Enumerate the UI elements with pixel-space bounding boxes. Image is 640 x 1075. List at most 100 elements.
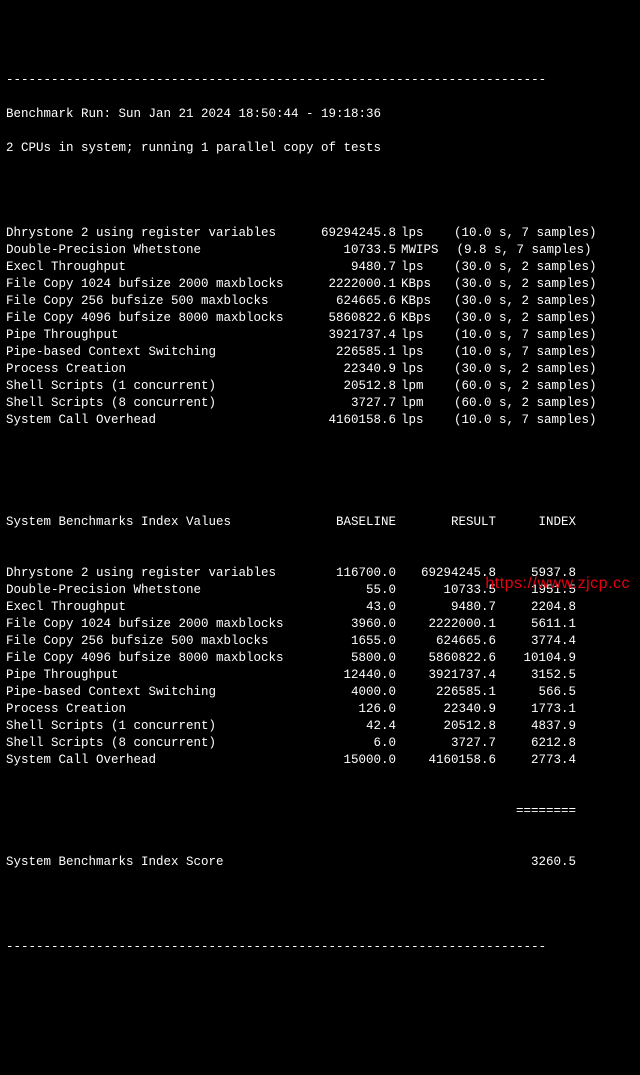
index-result: 22340.9	[396, 701, 496, 718]
index-result: 69294245.8	[396, 565, 496, 582]
index-row: Shell Scripts (1 concurrent)42.420512.84…	[6, 718, 634, 735]
index-baseline: 3960.0	[306, 616, 396, 633]
test-row: Shell Scripts (1 concurrent)20512.8lpm(6…	[6, 378, 634, 395]
index-result: 3727.7	[396, 735, 496, 752]
test-value: 3921737.4	[306, 327, 396, 344]
test-name: Shell Scripts (1 concurrent)	[6, 378, 306, 395]
score-value: 3260.5	[496, 854, 576, 871]
test-row: Pipe-based Context Switching226585.1lps(…	[6, 344, 634, 361]
test-value: 624665.6	[306, 293, 396, 310]
test-unit: MWIPS	[396, 242, 439, 259]
index-name: Shell Scripts (8 concurrent)	[6, 735, 306, 752]
equals-divider: ========	[496, 803, 576, 820]
blank-line	[6, 905, 634, 922]
test-timing: (10.0 s, 7 samples)	[436, 327, 634, 344]
index-header-title: System Benchmarks Index Values	[6, 514, 306, 531]
test-unit: lpm	[396, 378, 436, 395]
index-score-row: System Benchmarks Index Score 3260.5	[6, 854, 634, 871]
index-value: 1773.1	[496, 701, 576, 718]
index-result: 10733.5	[396, 582, 496, 599]
test-value: 3727.7	[306, 395, 396, 412]
index-name: Pipe Throughput	[6, 667, 306, 684]
test-value: 9480.7	[306, 259, 396, 276]
index-header-result: RESULT	[396, 514, 496, 531]
index-value: 10104.9	[496, 650, 576, 667]
test-unit: lps	[396, 225, 436, 242]
test-timing: (30.0 s, 2 samples)	[436, 361, 634, 378]
index-value: 566.5	[496, 684, 576, 701]
index-baseline: 126.0	[306, 701, 396, 718]
test-unit: KBps	[396, 293, 436, 310]
cpu-info-line: 2 CPUs in system; running 1 parallel cop…	[6, 140, 634, 157]
index-name: File Copy 1024 bufsize 2000 maxblocks	[6, 616, 306, 633]
index-name: File Copy 4096 bufsize 8000 maxblocks	[6, 650, 306, 667]
index-name: Process Creation	[6, 701, 306, 718]
index-divider-row: ========	[6, 803, 634, 820]
test-row: Shell Scripts (8 concurrent)3727.7lpm(60…	[6, 395, 634, 412]
test-value: 69294245.8	[306, 225, 396, 242]
index-result: 9480.7	[396, 599, 496, 616]
index-name: Dhrystone 2 using register variables	[6, 565, 306, 582]
test-timing: (9.8 s, 7 samples)	[439, 242, 634, 259]
index-row: File Copy 256 bufsize 500 maxblocks1655.…	[6, 633, 634, 650]
index-row: System Call Overhead15000.04160158.62773…	[6, 752, 634, 769]
test-name: Pipe Throughput	[6, 327, 306, 344]
test-timing: (30.0 s, 2 samples)	[436, 259, 634, 276]
index-row: Execl Throughput43.09480.72204.8	[6, 599, 634, 616]
index-value: 2773.4	[496, 752, 576, 769]
test-unit: lps	[396, 259, 436, 276]
index-result: 2222000.1	[396, 616, 496, 633]
index-baseline: 6.0	[306, 735, 396, 752]
index-baseline: 4000.0	[306, 684, 396, 701]
test-row: Double-Precision Whetstone10733.5MWIPS(9…	[6, 242, 634, 259]
index-name: Shell Scripts (1 concurrent)	[6, 718, 306, 735]
index-result: 4160158.6	[396, 752, 496, 769]
index-value: 5611.1	[496, 616, 576, 633]
index-result: 226585.1	[396, 684, 496, 701]
index-baseline: 5800.0	[306, 650, 396, 667]
test-unit: KBps	[396, 310, 436, 327]
horizontal-rule-bottom: ----------------------------------------…	[6, 939, 634, 956]
test-value: 20512.8	[306, 378, 396, 395]
index-header-baseline: BASELINE	[306, 514, 396, 531]
index-baseline: 116700.0	[306, 565, 396, 582]
watermark-url: https://www.zjcp.cc	[485, 575, 630, 592]
index-result: 5860822.6	[396, 650, 496, 667]
index-header-row: System Benchmarks Index Values BASELINE …	[6, 514, 634, 531]
index-header-index: INDEX	[496, 514, 576, 531]
index-row: Pipe-based Context Switching4000.0226585…	[6, 684, 634, 701]
test-name: Dhrystone 2 using register variables	[6, 225, 306, 242]
test-results-block: Dhrystone 2 using register variables6929…	[6, 225, 634, 429]
test-name: Double-Precision Whetstone	[6, 242, 306, 259]
test-value: 4160158.6	[306, 412, 396, 429]
benchmark-run-line: Benchmark Run: Sun Jan 21 2024 18:50:44 …	[6, 106, 634, 123]
test-timing: (10.0 s, 7 samples)	[436, 412, 634, 429]
test-value: 226585.1	[306, 344, 396, 361]
test-timing: (60.0 s, 2 samples)	[436, 378, 634, 395]
test-timing: (30.0 s, 2 samples)	[436, 293, 634, 310]
test-unit: lps	[396, 344, 436, 361]
test-row: Pipe Throughput3921737.4lps(10.0 s, 7 sa…	[6, 327, 634, 344]
index-result: 3921737.4	[396, 667, 496, 684]
index-row: Pipe Throughput12440.03921737.43152.5	[6, 667, 634, 684]
test-value: 2222000.1	[306, 276, 396, 293]
test-row: Process Creation22340.9lps(30.0 s, 2 sam…	[6, 361, 634, 378]
test-timing: (10.0 s, 7 samples)	[436, 225, 634, 242]
test-name: Shell Scripts (8 concurrent)	[6, 395, 306, 412]
test-value: 22340.9	[306, 361, 396, 378]
test-name: Process Creation	[6, 361, 306, 378]
horizontal-rule-top: ----------------------------------------…	[6, 72, 634, 89]
index-result: 20512.8	[396, 718, 496, 735]
test-timing: (10.0 s, 7 samples)	[436, 344, 634, 361]
index-baseline: 12440.0	[306, 667, 396, 684]
test-row: File Copy 4096 bufsize 8000 maxblocks586…	[6, 310, 634, 327]
test-value: 10733.5	[306, 242, 396, 259]
test-unit: lps	[396, 412, 436, 429]
blank-line	[6, 463, 634, 480]
test-row: File Copy 1024 bufsize 2000 maxblocks222…	[6, 276, 634, 293]
index-name: File Copy 256 bufsize 500 maxblocks	[6, 633, 306, 650]
index-row: Shell Scripts (8 concurrent)6.03727.7621…	[6, 735, 634, 752]
test-unit: lps	[396, 361, 436, 378]
test-unit: KBps	[396, 276, 436, 293]
index-baseline: 55.0	[306, 582, 396, 599]
